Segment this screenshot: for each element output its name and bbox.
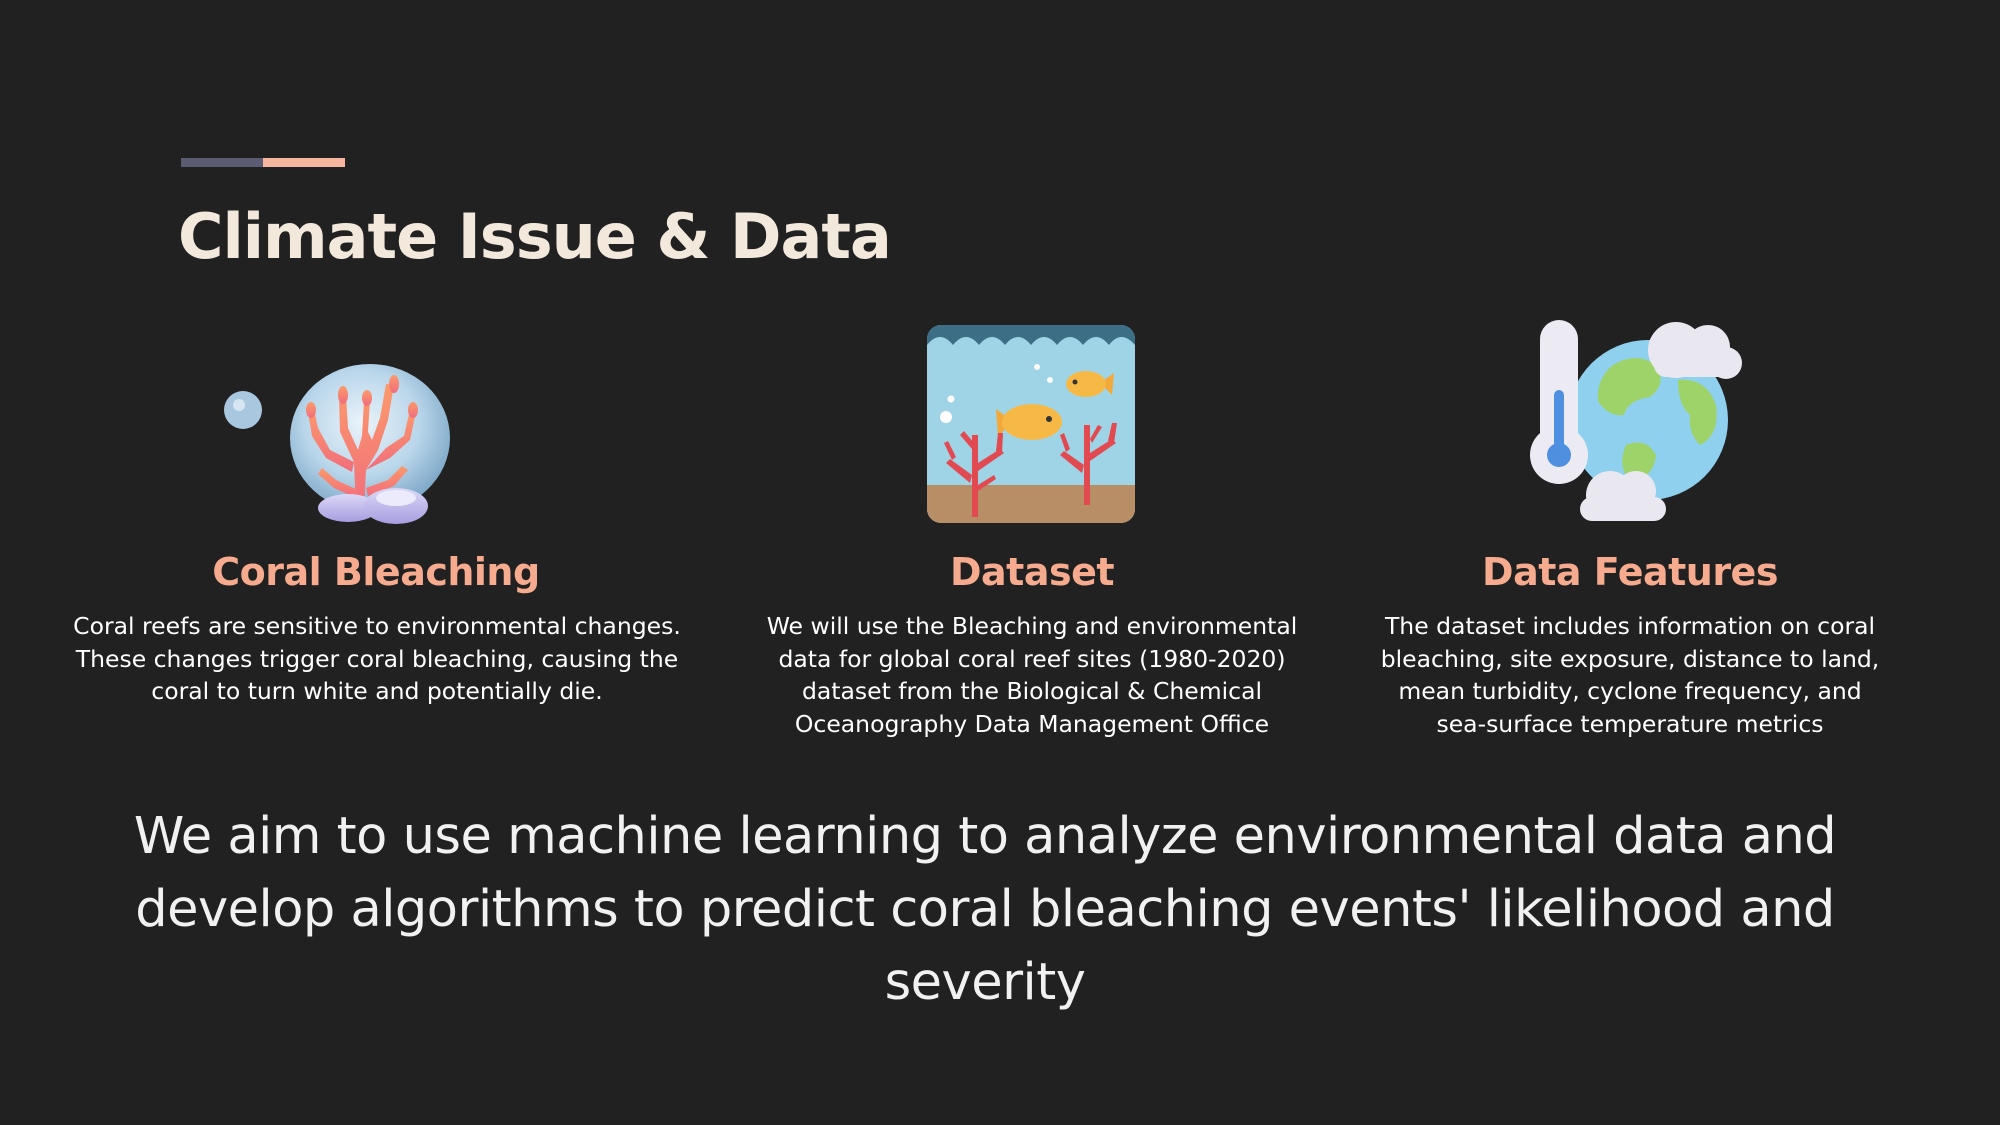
dataset-heading: Dataset [949,550,1115,594]
coral-icon [218,340,458,525]
accent-bar-left [181,158,263,167]
earth-thermometer-icon [1528,305,1748,530]
coral-bleaching-heading: Coral Bleaching [212,550,540,594]
accent-bar-right [263,158,345,167]
aim-statement: We aim to use machine learning to analyz… [133,807,1837,1012]
aquarium-fish-icon [924,325,1138,525]
data-features-text: The dataset includes information on cora… [1380,612,1880,738]
coral-bleaching-text: Coral reefs are sensitive to environment… [73,612,681,705]
slide-title: Climate Issue & Data [178,200,892,273]
data-features-heading: Data Features [1482,550,1778,594]
title-accent-bar [181,158,345,167]
dataset-text: We will use the Bleaching and environmen… [766,612,1298,738]
